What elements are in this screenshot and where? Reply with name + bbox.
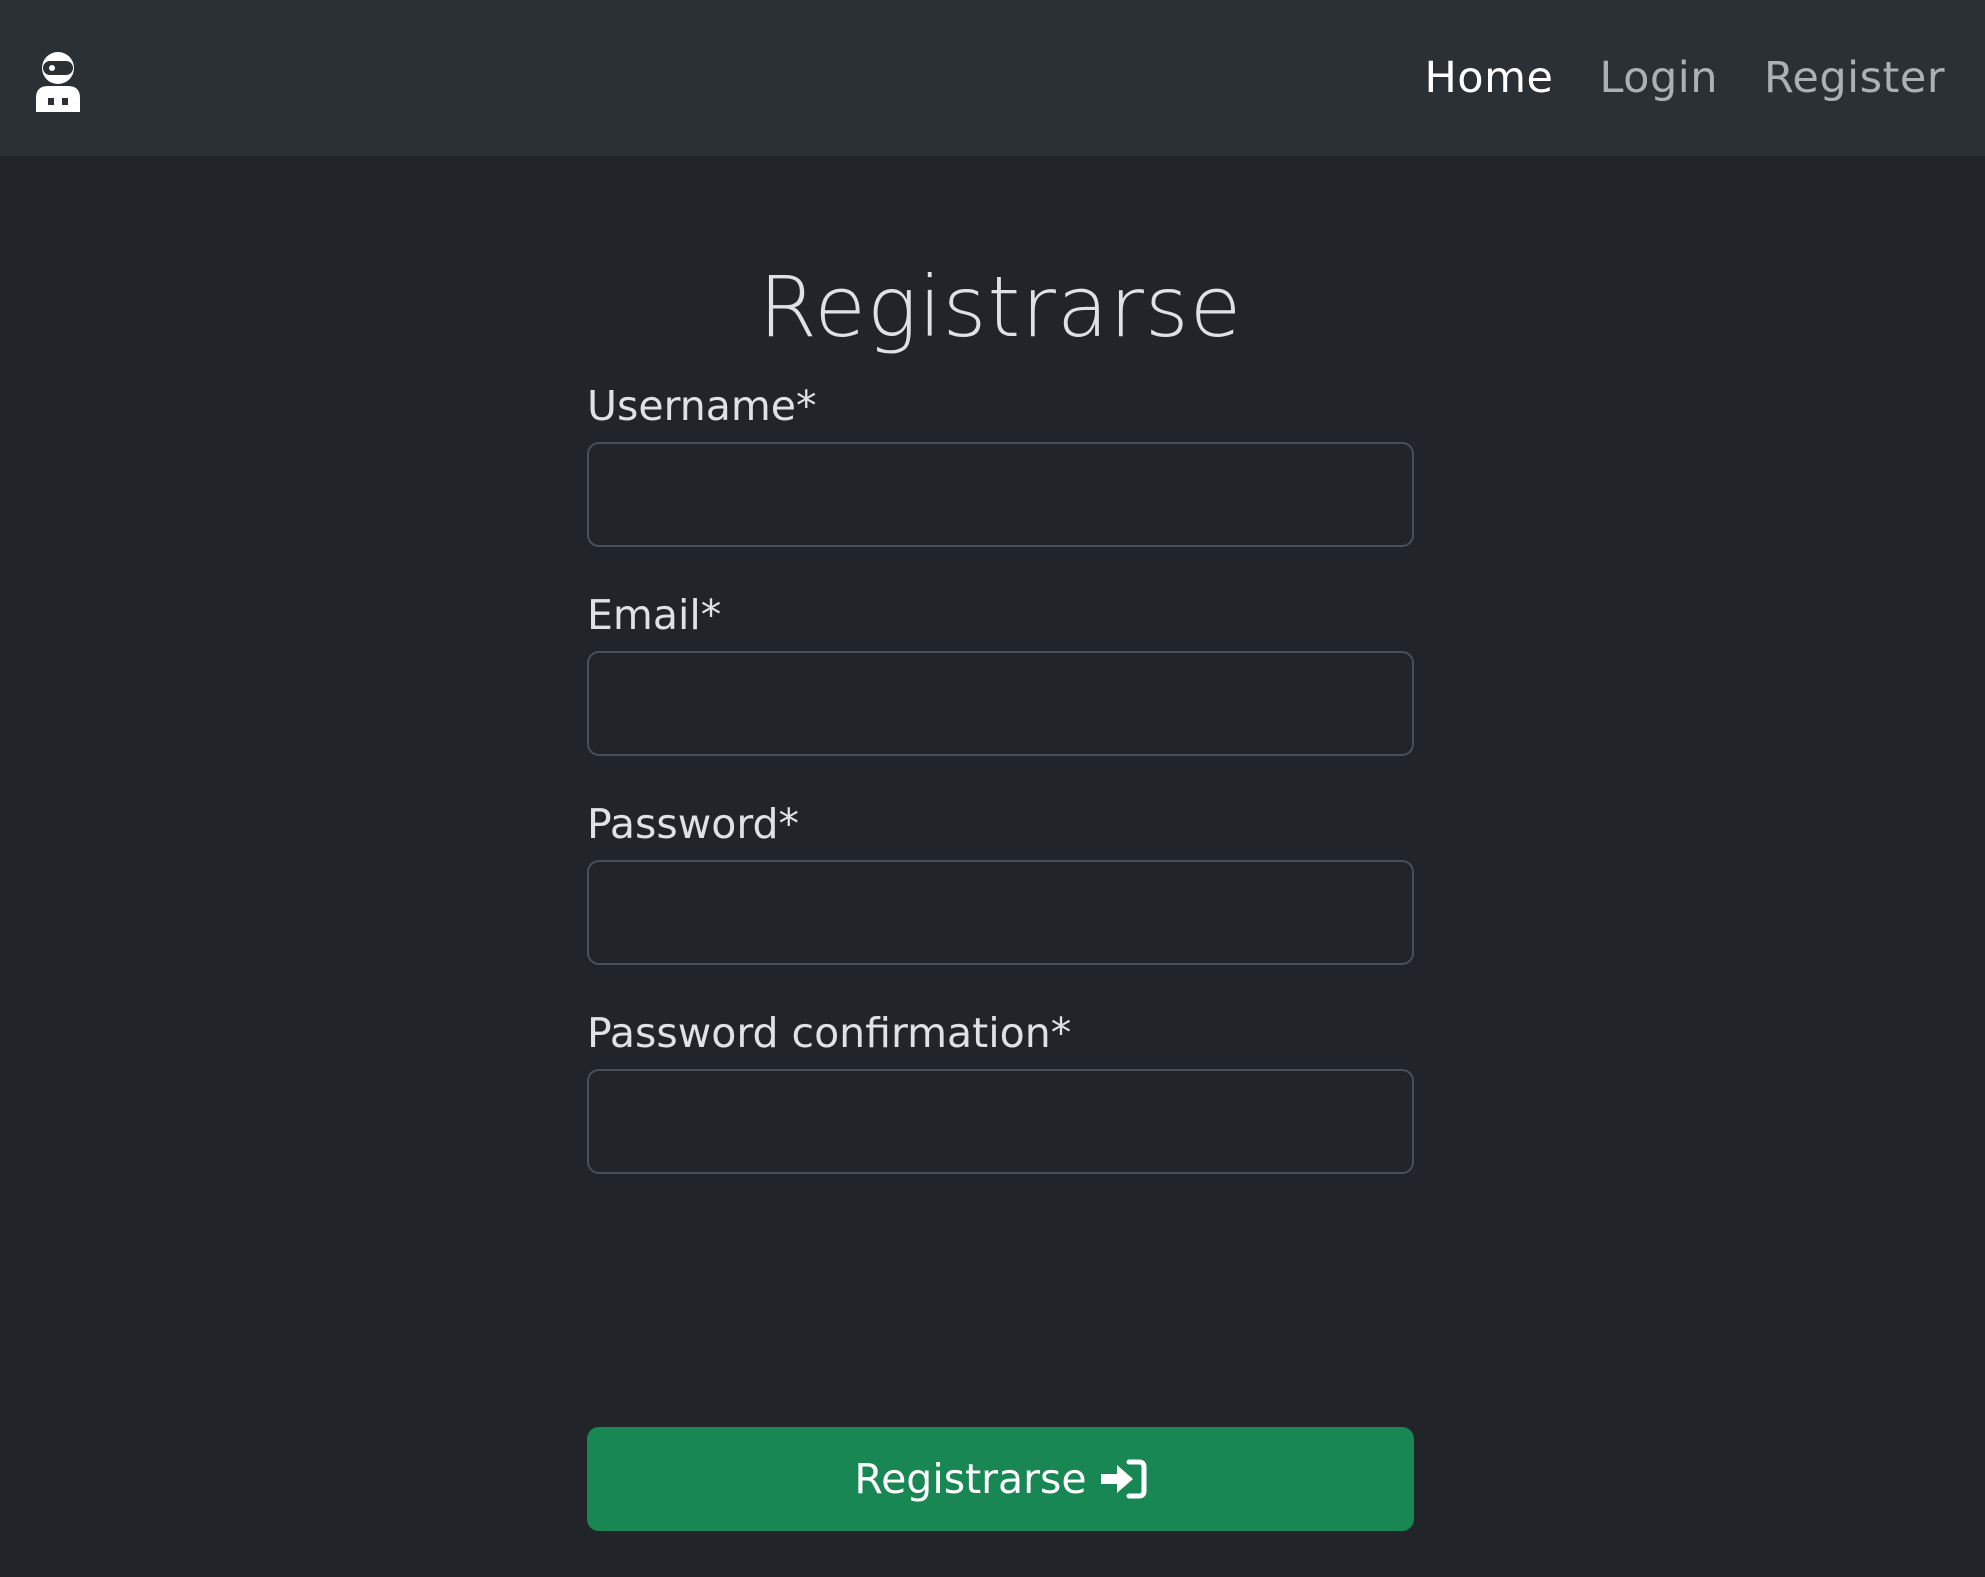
- nav-link-register[interactable]: Register: [1764, 53, 1945, 103]
- register-submit-label: Registrarse: [854, 1455, 1087, 1503]
- username-field-group: Username*: [587, 374, 1414, 547]
- page-title: Registrarse: [758, 258, 1243, 356]
- password-input[interactable]: [587, 860, 1414, 965]
- password-confirmation-input[interactable]: [587, 1069, 1414, 1174]
- email-field-group: Email*: [587, 583, 1414, 756]
- nav-link-login[interactable]: Login: [1599, 53, 1718, 103]
- register-form: Registrarse Username* Email* Password* P…: [587, 252, 1414, 1174]
- nav-links: Home Login Register: [1424, 0, 1945, 156]
- password-field-group: Password*: [587, 792, 1414, 965]
- username-input[interactable]: [587, 442, 1414, 547]
- nav-link-home[interactable]: Home: [1424, 53, 1553, 103]
- password-confirmation-label: Password confirmation*: [587, 1009, 1072, 1057]
- username-label: Username*: [587, 382, 817, 430]
- register-submit-button[interactable]: Registrarse: [587, 1427, 1414, 1531]
- astronaut-icon: [36, 52, 80, 112]
- email-input[interactable]: [587, 651, 1414, 756]
- brand-logo[interactable]: [30, 50, 86, 112]
- email-label: Email*: [587, 591, 722, 639]
- navbar: Home Login Register: [0, 0, 1985, 156]
- password-label: Password*: [587, 800, 800, 848]
- sign-in-icon: [1100, 1459, 1147, 1499]
- password-confirmation-field-group: Password confirmation*: [587, 1001, 1414, 1174]
